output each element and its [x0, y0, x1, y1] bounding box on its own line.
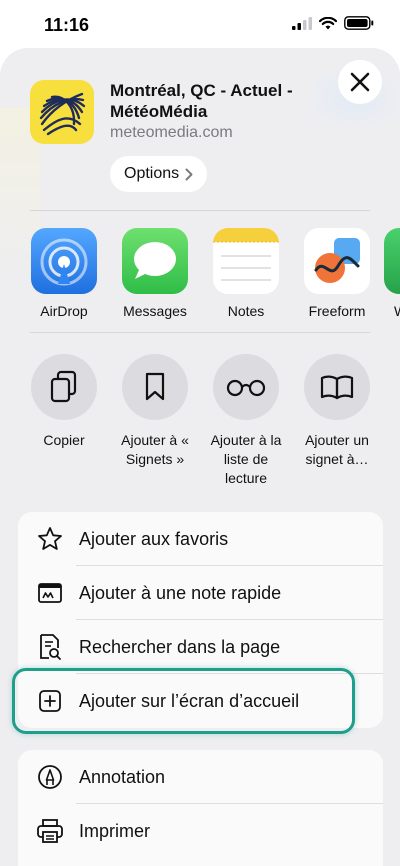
bookmark-icon: [122, 354, 188, 420]
wifi-icon: [319, 16, 337, 29]
airdrop-icon: [31, 228, 97, 294]
app-label: Notes: [227, 303, 265, 319]
chevron-right-icon: [185, 168, 193, 180]
menu-item-find-in-page[interactable]: Rechercher dans la page: [18, 620, 383, 674]
book-icon: [304, 354, 370, 420]
meteomedia-logo-icon: [39, 92, 86, 136]
menu-item-label: Annotation: [79, 766, 166, 787]
menu-item-label: Rechercher dans la page: [79, 636, 281, 657]
find-in-page-icon: [36, 633, 64, 661]
printer-icon: [36, 817, 64, 845]
glasses-icon: [213, 354, 279, 420]
app-label: W: [384, 303, 400, 319]
share-apps-row: AirDrop Messages Notes Freeform: [22, 228, 400, 328]
menu-item-label: Ajouter aux favoris: [79, 528, 229, 549]
menu-item-label: Ajouter sur l’écran d’accueil: [79, 690, 300, 711]
action-reading-list[interactable]: Ajouter à la liste de lecture: [201, 354, 291, 488]
close-icon: [350, 72, 370, 92]
partial-app-icon: [384, 228, 400, 294]
app-label: Messages: [123, 303, 187, 319]
site-app-icon: [30, 80, 94, 144]
menu-item-print[interactable]: Imprimer: [18, 804, 383, 858]
menu-item-label: Imprimer: [79, 820, 150, 841]
add-square-icon: [36, 687, 64, 715]
app-airdrop[interactable]: AirDrop: [22, 228, 106, 319]
page-url: meteomedia.com: [110, 124, 233, 141]
star-icon: [36, 525, 64, 553]
action-label: Ajouter à la liste de lecture: [210, 432, 282, 486]
menu-item-quick-note[interactable]: Ajouter à une note rapide: [18, 566, 383, 620]
share-sheet: Montréal, QC - Actuel - MétéoMédia meteo…: [0, 48, 400, 866]
action-label: Ajouter un signet à…: [305, 432, 369, 467]
battery-icon: [344, 16, 374, 30]
divider: [30, 332, 370, 333]
options-button[interactable]: Options: [110, 156, 208, 192]
status-bar: 11:16: [0, 0, 400, 52]
app-label: Freeform: [308, 303, 366, 319]
action-copy[interactable]: Copier: [19, 354, 109, 450]
options-label: Options: [124, 165, 180, 182]
status-icons: [292, 16, 374, 30]
close-button[interactable]: [338, 60, 382, 104]
menu-item-label: Ajouter à une note rapide: [79, 582, 282, 603]
messages-icon: [122, 228, 188, 294]
quick-note-icon: [36, 579, 64, 607]
divider: [30, 210, 370, 211]
app-freeform[interactable]: Freeform: [295, 228, 379, 319]
menu-group-1: Ajouter aux favoris Ajouter à une note r…: [18, 512, 383, 728]
menu-group-2: Annotation Imprimer: [18, 750, 383, 866]
app-messages[interactable]: Messages: [113, 228, 197, 319]
notes-icon: [213, 228, 279, 294]
freeform-icon: [304, 228, 370, 294]
app-partial[interactable]: W: [384, 228, 400, 319]
action-label: Ajouter à « Signets »: [121, 432, 189, 467]
status-time: 11:16: [44, 15, 90, 35]
action-bookmark-to[interactable]: Ajouter un signet à…: [292, 354, 382, 469]
share-sheet-screen: 11:16 Montréal, QC - Actuel - MétéoMédia…: [0, 0, 400, 866]
menu-item-add-favorites[interactable]: Ajouter aux favoris: [18, 512, 383, 566]
cellular-signal-icon: [292, 16, 312, 30]
app-label: AirDrop: [40, 303, 88, 319]
action-add-bookmark[interactable]: Ajouter à « Signets »: [110, 354, 200, 469]
copy-icon: [31, 354, 97, 420]
menu-item-add-to-home-screen[interactable]: Ajouter sur l’écran d’accueil: [18, 674, 383, 728]
app-notes[interactable]: Notes: [204, 228, 288, 319]
share-actions-row: Copier Ajouter à « Signets » Ajouter à l…: [22, 354, 400, 494]
menu-item-markup[interactable]: Annotation: [18, 750, 383, 804]
markup-icon: [36, 763, 64, 791]
action-label: Copier: [43, 432, 85, 448]
page-title: Montréal, QC - Actuel - MétéoMédia: [110, 81, 293, 121]
